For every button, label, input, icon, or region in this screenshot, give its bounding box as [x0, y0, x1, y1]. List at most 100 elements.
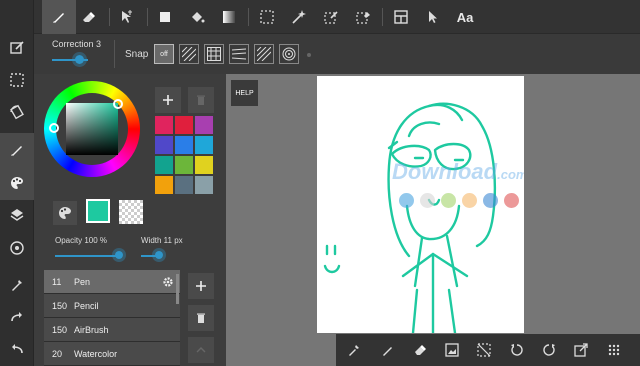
brush-list-item[interactable]: 20 Watercolor [44, 342, 180, 366]
help-button[interactable]: HELP [231, 80, 258, 106]
magic-wand-tool-button[interactable] [282, 0, 316, 34]
eraser-icon [83, 12, 95, 22]
color-wheel[interactable] [44, 81, 140, 177]
transparent-color[interactable] [119, 200, 143, 224]
palette-menu-button[interactable] [53, 201, 77, 225]
bottom-pen-button[interactable] [372, 334, 404, 366]
chevron-up-icon [196, 347, 206, 353]
watermark-dot [504, 193, 519, 208]
pointer-tool-button[interactable] [416, 0, 450, 34]
watermark-dot [420, 193, 435, 208]
gradient-tool-button[interactable] [212, 0, 246, 34]
brush-list-item[interactable]: 11 Pen [44, 270, 180, 294]
brush-name: Pencil [74, 300, 99, 311]
brush-tool-button[interactable] [0, 133, 34, 167]
tool-options-bar: Correction 3 Snap off [34, 34, 640, 74]
bottom-export-button[interactable] [565, 334, 597, 366]
bottom-rotate-right-button[interactable] [533, 334, 565, 366]
saturation-value-square[interactable] [66, 103, 118, 155]
color-swatch[interactable] [175, 156, 193, 174]
bottom-rotate-left-button[interactable] [501, 334, 533, 366]
snap-off-button[interactable]: off [154, 44, 174, 64]
selection-button[interactable] [0, 63, 34, 97]
toolbar-divider [248, 8, 249, 26]
drawing-canvas[interactable]: Download.com.vn [317, 76, 524, 333]
eyedropper-button[interactable] [0, 268, 34, 302]
color-swatch[interactable] [175, 116, 193, 134]
pen-tool-button[interactable] [42, 0, 76, 34]
saturation-knob[interactable] [113, 99, 123, 109]
color-swatch[interactable] [155, 116, 173, 134]
eraser-tool-button[interactable] [72, 0, 106, 34]
app-window: Aa Correction 3 Snap off Opacity 100 % W… [0, 0, 640, 366]
snap-radial-button[interactable] [254, 44, 274, 64]
brush-list-item[interactable]: 150 Pencil [44, 294, 180, 318]
snap-parallel-button[interactable] [179, 44, 199, 64]
color-swatch[interactable] [175, 176, 193, 194]
material-button[interactable] [0, 231, 34, 265]
move-tool-button[interactable] [110, 0, 144, 34]
watermark-dot [441, 193, 456, 208]
brush-list-scrollbar[interactable] [176, 274, 179, 304]
eyedropper-icon [349, 345, 359, 356]
color-swatch[interactable] [155, 176, 173, 194]
text-tool-button[interactable]: Aa [448, 0, 482, 34]
bottom-menu-button[interactable] [598, 334, 630, 366]
bucket-tool-button[interactable] [180, 0, 214, 34]
color-swatch[interactable] [195, 136, 213, 154]
selection-rect-icon [10, 73, 24, 87]
bottom-eyedropper-button[interactable] [338, 334, 370, 366]
frame-divider-tool-button[interactable] [384, 0, 418, 34]
pen-icon [383, 347, 392, 356]
bottom-deselect-button[interactable] [468, 334, 500, 366]
select-pen-icon [324, 11, 338, 24]
snap-perspective-icon [232, 48, 246, 60]
select-eraser-tool-button[interactable] [346, 0, 380, 34]
correction-slider-knob[interactable] [72, 52, 87, 67]
redo-button[interactable] [0, 300, 34, 334]
color-swatch[interactable] [195, 156, 213, 174]
delete-swatch-button[interactable] [188, 87, 214, 113]
snap-grid-button[interactable] [204, 44, 224, 64]
add-swatch-button[interactable] [155, 87, 181, 113]
brush-tool-icon [11, 146, 22, 156]
undo-button[interactable] [0, 332, 34, 366]
add-brush-button[interactable] [188, 273, 214, 299]
snap-perspective-button[interactable] [229, 44, 249, 64]
color-swatch[interactable] [195, 176, 213, 194]
color-swatch[interactable] [155, 156, 173, 174]
delete-brush-button[interactable] [188, 305, 214, 331]
canvas-area[interactable]: HELP Download.co [226, 74, 640, 366]
hue-knob[interactable] [49, 123, 59, 133]
color-swatch[interactable] [175, 136, 193, 154]
move-brush-up-button[interactable] [188, 337, 214, 363]
layers-button[interactable] [0, 198, 34, 232]
gear-icon[interactable] [162, 276, 174, 288]
rotate-canvas-button[interactable] [0, 95, 34, 129]
color-swatch[interactable] [155, 136, 173, 154]
watermark-dot [399, 193, 414, 208]
plus-icon [163, 95, 173, 105]
bottom-eraser-button[interactable] [405, 334, 437, 366]
color-swatch-grid [155, 116, 215, 194]
pen-icon [53, 13, 64, 23]
watermark-text: Download.com.vn [392, 159, 524, 185]
opacity-slider-knob[interactable] [112, 248, 126, 262]
select-pen-tool-button[interactable] [314, 0, 348, 34]
foreground-color[interactable] [86, 199, 110, 223]
brush-list-item[interactable]: 150 AirBrush [44, 318, 180, 342]
palette-icon [59, 207, 71, 219]
edit-canvas-icon [10, 41, 24, 54]
snap-circle-button[interactable] [279, 44, 299, 64]
width-slider-knob[interactable] [152, 248, 166, 262]
fill-rect-tool-button[interactable] [148, 0, 182, 34]
more-options-dot[interactable] [307, 53, 311, 57]
brush-size: 11 [52, 276, 62, 287]
export-icon [574, 343, 588, 357]
color-swatch[interactable] [195, 116, 213, 134]
color-palette-button[interactable] [0, 166, 34, 200]
bottom-snapshot-button[interactable] [436, 334, 468, 366]
edit-canvas-button[interactable] [0, 31, 34, 65]
select-rect-tool-button[interactable] [250, 0, 284, 34]
deselect-icon [477, 343, 491, 357]
